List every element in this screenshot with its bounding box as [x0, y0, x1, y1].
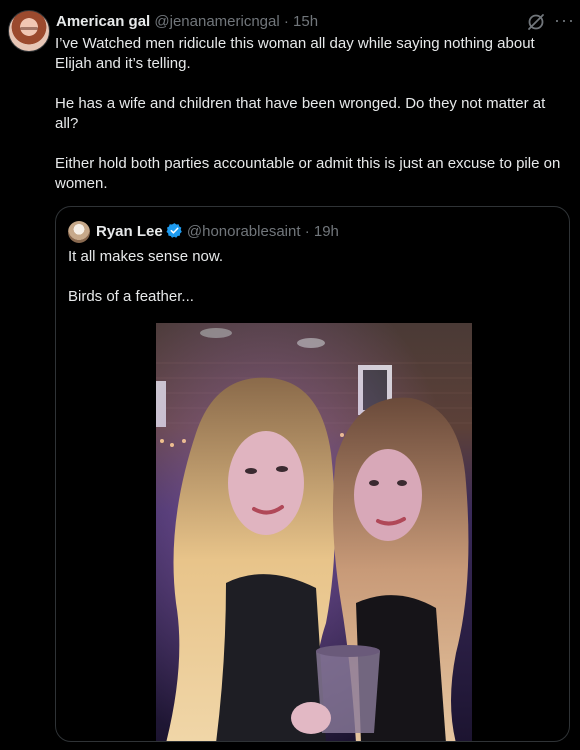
tweet-article[interactable]: American gal @jenanamericngal · 15h ··· … — [0, 0, 580, 750]
tweet-photo[interactable] — [156, 323, 472, 742]
separator-dot: · — [304, 223, 310, 240]
author-name[interactable]: American gal — [56, 13, 150, 30]
quoted-tweet-header: Ryan Lee @honorablesaint · 19h — [96, 222, 339, 242]
tweet-text: I’ve Watched men ridicule this woman all… — [55, 35, 561, 192]
quoted-tweet[interactable]: Ryan Lee @honorablesaint · 19h It all ma… — [55, 206, 570, 742]
grok-slash-icon[interactable] — [526, 12, 546, 32]
verified-badge-icon — [166, 223, 182, 238]
author-handle[interactable]: @jenanamericngal — [154, 13, 279, 30]
tweet-header: American gal @jenanamericngal · 15h — [56, 12, 318, 32]
quoted-tweet-text: It all makes sense now. Birds of a feath… — [68, 248, 224, 305]
more-icon[interactable]: ··· — [554, 10, 575, 31]
quoted-author-avatar[interactable] — [68, 221, 90, 243]
separator-dot: · — [283, 13, 289, 30]
tweet-timestamp[interactable]: 15h — [293, 13, 318, 30]
author-avatar[interactable] — [8, 10, 50, 52]
quoted-tweet-timestamp[interactable]: 19h — [314, 223, 339, 240]
quoted-author-handle[interactable]: @honorablesaint — [187, 223, 301, 240]
quoted-author-name[interactable]: Ryan Lee — [96, 223, 163, 240]
